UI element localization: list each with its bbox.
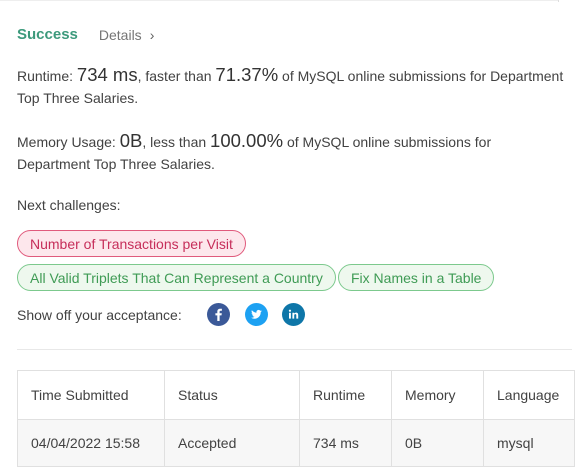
section-divider (17, 349, 572, 350)
runtime-summary: Runtime: 734 ms, faster than 71.37% of M… (17, 64, 567, 109)
submissions-table: Time Submitted Status Runtime Memory Lan… (17, 370, 575, 467)
column-header-memory[interactable]: Memory (391, 370, 484, 420)
chevron-right-icon: › (149, 26, 155, 43)
runtime-middle: , faster than (137, 68, 216, 84)
cell-language: mysql (483, 419, 575, 467)
runtime-percent: 71.37% (215, 64, 279, 85)
table-row: 04/04/2022 15:58 Accepted 734 ms 0B mysq… (17, 419, 575, 467)
memory-label: Memory Usage: (17, 134, 120, 150)
twitter-icon[interactable] (245, 303, 268, 326)
cell-time-submitted: 04/04/2022 15:58 (17, 419, 165, 467)
runtime-value: 734 ms (76, 64, 138, 85)
runtime-label: Runtime: (17, 68, 77, 84)
column-header-language[interactable]: Language (483, 370, 575, 420)
memory-percent: 100.00% (210, 130, 284, 151)
column-header-time[interactable]: Time Submitted (17, 370, 165, 420)
status-success: Success (17, 26, 78, 43)
memory-value: 0B (119, 130, 143, 151)
top-divider (0, 0, 558, 1)
panel-edge (558, 0, 559, 2)
details-label: Details (98, 26, 142, 43)
cell-status-accepted[interactable]: Accepted (164, 419, 300, 467)
table-header-row: Time Submitted Status Runtime Memory Lan… (17, 370, 575, 420)
memory-middle: , less than (142, 134, 211, 150)
next-challenges-label: Next challenges: (17, 197, 121, 213)
challenge-chip-transactions[interactable]: Number of Transactions per Visit (17, 230, 246, 257)
details-link[interactable]: Details › (99, 27, 154, 43)
share-label: Show off your acceptance: (17, 307, 182, 323)
column-header-status[interactable]: Status (164, 370, 300, 420)
column-header-runtime[interactable]: Runtime (299, 370, 392, 420)
linkedin-icon[interactable] (282, 303, 305, 326)
memory-summary: Memory Usage: 0B, less than 100.00% of M… (17, 130, 567, 175)
cell-runtime: 734 ms (299, 419, 392, 467)
result-header: Success Details › (17, 26, 154, 43)
cell-memory: 0B (391, 419, 484, 467)
challenge-chip-triplets[interactable]: All Valid Triplets That Can Represent a … (17, 264, 336, 291)
facebook-icon[interactable] (207, 303, 230, 326)
challenge-chip-fix-names[interactable]: Fix Names in a Table (338, 264, 495, 291)
